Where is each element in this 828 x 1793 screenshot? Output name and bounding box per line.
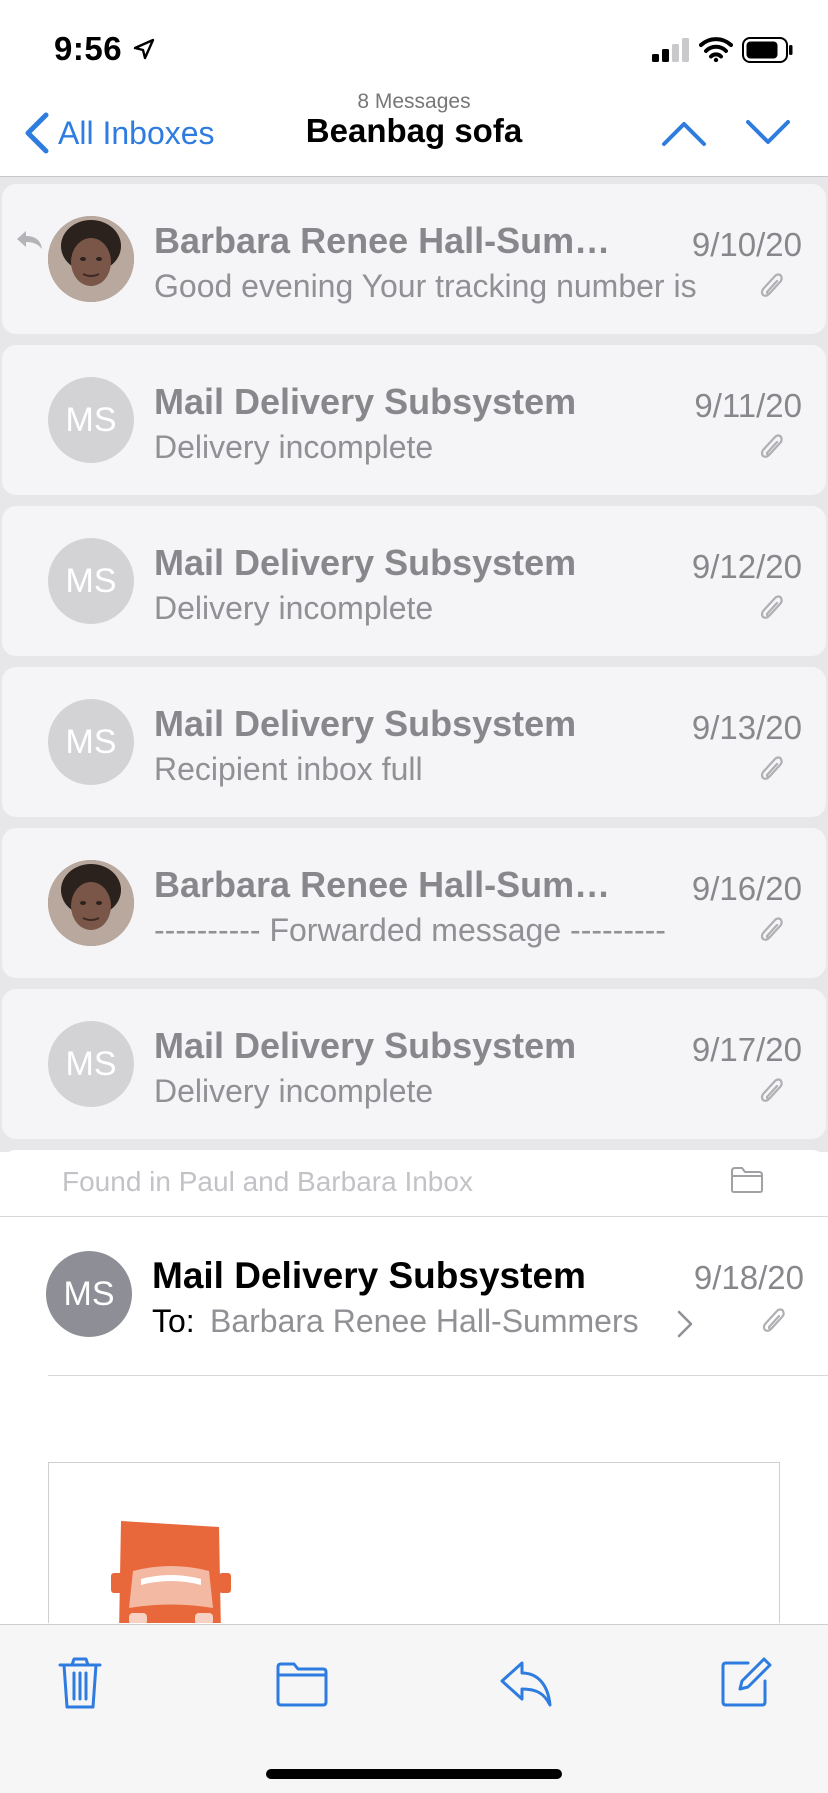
message-card[interactable]: Barbara Renee Hall-Summers 9/10/20 Good … [2, 184, 826, 334]
message-preview: Good evening Your tracking number is [154, 268, 697, 304]
paperclip-icon [762, 1308, 785, 1332]
sender-name: Barbara Renee Hall-Summers [154, 220, 634, 261]
compose-icon[interactable] [718, 1655, 774, 1711]
sender-name[interactable]: Mail Delivery Subsystem [152, 1255, 586, 1297]
message-preview: Delivery incomplete [154, 590, 434, 626]
paperclip-icon [760, 1078, 783, 1102]
message-card[interactable]: Barbara Renee Hall-Summers 9/16/20 -----… [2, 828, 826, 978]
chevron-left-icon [25, 112, 49, 154]
avatar [48, 216, 134, 302]
back-button[interactable]: All Inboxes [22, 108, 215, 158]
replied-arrow-icon [17, 231, 42, 249]
thread-message-list: Barbara Renee Hall-Summers 9/10/20 Good … [0, 177, 828, 1152]
message-date: 9/18/20 [693, 1259, 804, 1296]
chevron-right-icon[interactable] [676, 1309, 694, 1339]
message-preview: Delivery incomplete [154, 1073, 434, 1109]
contact-photo-icon [48, 860, 134, 946]
sender-name: Mail Delivery Subsystem [154, 381, 577, 422]
reply-icon[interactable] [498, 1655, 554, 1711]
avatar: MS [46, 1251, 132, 1337]
sender-name: Barbara Renee Hall-Summers [154, 864, 634, 905]
avatar [48, 860, 134, 946]
avatar: MS [48, 699, 134, 785]
avatar: MS [48, 538, 134, 624]
found-in-mailbox-bar: Found in Paul and Barbara Inbox [0, 1150, 828, 1217]
avatar: MS [48, 1021, 134, 1107]
cellular-signal-icon [652, 38, 689, 62]
message-date: 9/13/20 [691, 709, 802, 746]
message-body [48, 1462, 780, 1623]
page-title: Beanbag sofa [305, 112, 523, 149]
header-divider [48, 1375, 828, 1376]
message-count: 8 Messages [357, 90, 471, 113]
folder-icon[interactable] [274, 1655, 330, 1711]
delivery-truck-icon [111, 1521, 231, 1623]
battery-icon [742, 37, 793, 63]
avatar: MS [48, 377, 134, 463]
paperclip-icon [760, 434, 783, 458]
paperclip-icon [760, 595, 783, 619]
previous-thread-button[interactable] [660, 110, 708, 156]
message-card[interactable]: MS Mail Delivery Subsystem 9/13/20 Recip… [2, 667, 826, 817]
navigation-bar: All Inboxes 8 Messages Beanbag sofa [0, 90, 828, 177]
wifi-icon [699, 37, 733, 62]
bottom-toolbar [0, 1624, 828, 1793]
message-date: 9/16/20 [691, 870, 802, 907]
contact-photo-icon [48, 216, 134, 302]
status-time: 9:56 [54, 30, 123, 67]
message-preview: Delivery incomplete [154, 429, 434, 465]
back-button-label: All Inboxes [58, 114, 215, 151]
sender-name: Mail Delivery Subsystem [154, 1025, 577, 1066]
home-indicator[interactable] [266, 1769, 562, 1779]
to-label: To: [152, 1303, 195, 1339]
message-date: 9/10/20 [691, 226, 802, 263]
recipient-name[interactable]: Barbara Renee Hall-Summers [210, 1303, 680, 1340]
open-message-header: MS Mail Delivery Subsystem 9/18/20 To: B… [0, 1217, 828, 1376]
message-date: 9/11/20 [694, 387, 802, 424]
trash-icon[interactable] [52, 1655, 108, 1711]
paperclip-icon [760, 756, 783, 780]
found-in-label: Found in Paul and Barbara Inbox [62, 1166, 473, 1197]
message-card[interactable]: MS Mail Delivery Subsystem 9/12/20 Deliv… [2, 506, 826, 656]
location-arrow-icon [133, 38, 155, 60]
message-card[interactable]: MS Mail Delivery Subsystem 9/11/20 Deliv… [2, 345, 826, 495]
folder-icon[interactable] [730, 1166, 764, 1194]
status-bar: 9:56 [0, 0, 828, 90]
next-thread-button[interactable] [744, 110, 792, 156]
paperclip-icon [760, 273, 783, 297]
message-card[interactable]: MS Mail Delivery Subsystem 9/17/20 Deliv… [2, 989, 826, 1139]
paperclip-icon [760, 917, 783, 941]
message-date: 9/17/20 [691, 1031, 802, 1068]
message-preview: ---------- Forwarded message --------- [154, 912, 666, 948]
sender-name: Mail Delivery Subsystem [154, 542, 577, 583]
message-date: 9/12/20 [691, 548, 802, 585]
sender-name: Mail Delivery Subsystem [154, 703, 577, 744]
message-preview: Recipient inbox full [154, 751, 423, 787]
